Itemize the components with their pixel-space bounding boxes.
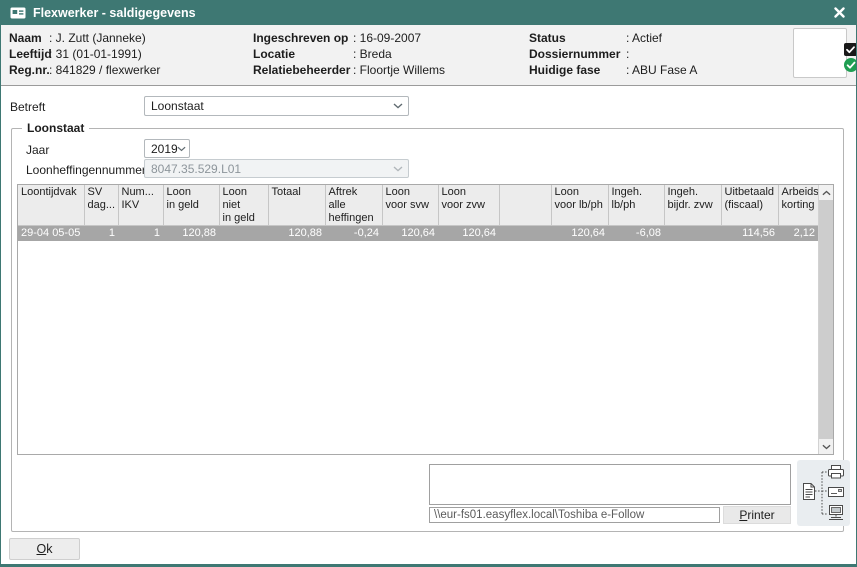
field-value: : Actief xyxy=(626,31,662,45)
column-header[interactable]: SV dag... xyxy=(84,185,118,226)
table-row[interactable]: 29-04 05-0511120,88120,88-0,24120,64120,… xyxy=(18,226,818,241)
loonstaat-legend: Loonstaat xyxy=(22,121,89,135)
column-header[interactable]: Totaal xyxy=(268,185,325,226)
printer-path-field[interactable]: \\eur-fs01.easyflex.local\Toshiba e-Foll… xyxy=(429,507,720,523)
column-header[interactable] xyxy=(499,185,551,226)
loonstaat-table-container: LoontijdvakSV dag...Num... IKVLoon in ge… xyxy=(17,184,834,455)
field-value: : 31 (01-01-1991) xyxy=(49,47,142,61)
printer-button[interactable]: Printer xyxy=(723,506,791,524)
field-label: Reg.nr. xyxy=(9,63,50,77)
cell: 1 xyxy=(118,226,163,241)
field-label: Status xyxy=(529,31,566,45)
loonheffingennummer-select: 8047.35.529.L01 xyxy=(144,159,409,178)
cell: -6,08 xyxy=(608,226,664,241)
field-label: Naam xyxy=(9,31,42,45)
field-value: : J. Zutt (Janneke) xyxy=(49,31,146,45)
photo-placeholder xyxy=(793,28,847,78)
cell xyxy=(219,226,268,241)
betreft-label: Betreft xyxy=(10,100,45,114)
column-header[interactable]: Arbeids korting xyxy=(778,185,818,226)
column-header[interactable]: Loontijdvak xyxy=(18,185,84,226)
checkbox-checked-icon[interactable] xyxy=(844,43,857,59)
field-label: Relatiebeheerder xyxy=(253,63,350,77)
column-header[interactable]: Ingeh. bijdr. zvw xyxy=(664,185,721,226)
close-icon[interactable] xyxy=(831,5,847,21)
field-value: : xyxy=(626,47,629,61)
jaar-label: Jaar xyxy=(26,143,49,157)
column-header[interactable]: Loon voor lb/ph xyxy=(551,185,608,226)
field-value: : 16-09-2007 xyxy=(353,31,421,45)
cell: 29-04 05-05 xyxy=(18,226,84,241)
column-header[interactable]: Aftrek alle heffingen xyxy=(325,185,382,226)
connector-lines xyxy=(815,472,828,514)
ok-button[interactable]: Ok xyxy=(9,538,80,560)
chevron-down-icon xyxy=(393,166,403,172)
betreft-selected-value: Loonstaat xyxy=(151,99,204,113)
employee-info-header: Naam : J. Zutt (Janneke) Leeftijd : 31 (… xyxy=(1,25,856,86)
printer-button-label: rinter xyxy=(747,508,774,522)
field-value: : ABU Fase A xyxy=(626,63,697,77)
output-text-field[interactable] xyxy=(429,464,791,505)
cell: 2,12 xyxy=(778,226,818,241)
vertical-scrollbar[interactable] xyxy=(818,185,833,454)
cell: 120,88 xyxy=(268,226,325,241)
green-check-icon xyxy=(844,58,857,75)
column-header[interactable]: Loon voor svw xyxy=(382,185,438,226)
flexwerker-saldigegevens-dialog: Flexwerker - saldigegevens Naam : J. Zut… xyxy=(0,0,857,567)
field-label: Leeftijd xyxy=(9,47,52,61)
field-label: Ingeschreven op xyxy=(253,31,348,45)
chevron-down-icon xyxy=(393,103,403,109)
printer-icon xyxy=(828,466,843,479)
chevron-down-icon[interactable] xyxy=(819,439,833,454)
monitor-icon xyxy=(829,506,843,520)
scrollbar-thumb[interactable] xyxy=(819,200,833,439)
table-header-row: LoontijdvakSV dag...Num... IKVLoon in ge… xyxy=(18,185,818,226)
title-bar: Flexwerker - saldigegevens xyxy=(1,0,856,25)
cell: 120,64 xyxy=(551,226,608,241)
loonheffingennummer-label: Loonheffingennummer xyxy=(26,163,146,177)
column-header[interactable]: Loon niet in geld xyxy=(219,185,268,226)
betreft-select[interactable]: Loonstaat xyxy=(144,96,409,116)
jaar-selected-value: 2019 xyxy=(151,142,178,156)
column-header[interactable]: Num... IKV xyxy=(118,185,163,226)
chevron-up-icon[interactable] xyxy=(819,185,833,200)
cell: 120,64 xyxy=(438,226,499,241)
cell xyxy=(664,226,721,241)
cell: 120,64 xyxy=(382,226,438,241)
cell: 120,88 xyxy=(163,226,219,241)
chevron-down-icon xyxy=(177,146,186,152)
window-title: Flexwerker - saldigegevens xyxy=(33,6,196,20)
field-value: : Floortje Willems xyxy=(353,63,445,77)
ok-button-label: k xyxy=(46,542,52,556)
ok-button-accel: O xyxy=(37,542,47,556)
loonstaat-table: LoontijdvakSV dag...Num... IKVLoon in ge… xyxy=(18,185,819,241)
document-icon xyxy=(803,484,814,500)
column-header[interactable]: Loon voor zvw xyxy=(438,185,499,226)
envelope-icon xyxy=(828,488,843,497)
cell: 1 xyxy=(84,226,118,241)
cell: -0,24 xyxy=(325,226,382,241)
cell: 114,56 xyxy=(721,226,778,241)
loonheffingennummer-value: 8047.35.529.L01 xyxy=(151,162,241,176)
cell xyxy=(499,226,551,241)
column-header[interactable]: Uitbetaald (fiscaal) xyxy=(721,185,778,226)
column-header[interactable]: Ingeh. lb/ph xyxy=(608,185,664,226)
field-value: : Breda xyxy=(353,47,392,61)
column-header[interactable]: Loon in geld xyxy=(163,185,219,226)
field-label: Locatie xyxy=(253,47,295,61)
jaar-select[interactable]: 2019 xyxy=(144,139,190,158)
output-destination-panel[interactable] xyxy=(797,460,850,526)
id-card-icon xyxy=(10,7,26,19)
field-label: Dossiernummer xyxy=(529,47,620,61)
field-value: : 841829 / flexwerker xyxy=(49,63,160,77)
field-label: Huidige fase xyxy=(529,63,600,77)
